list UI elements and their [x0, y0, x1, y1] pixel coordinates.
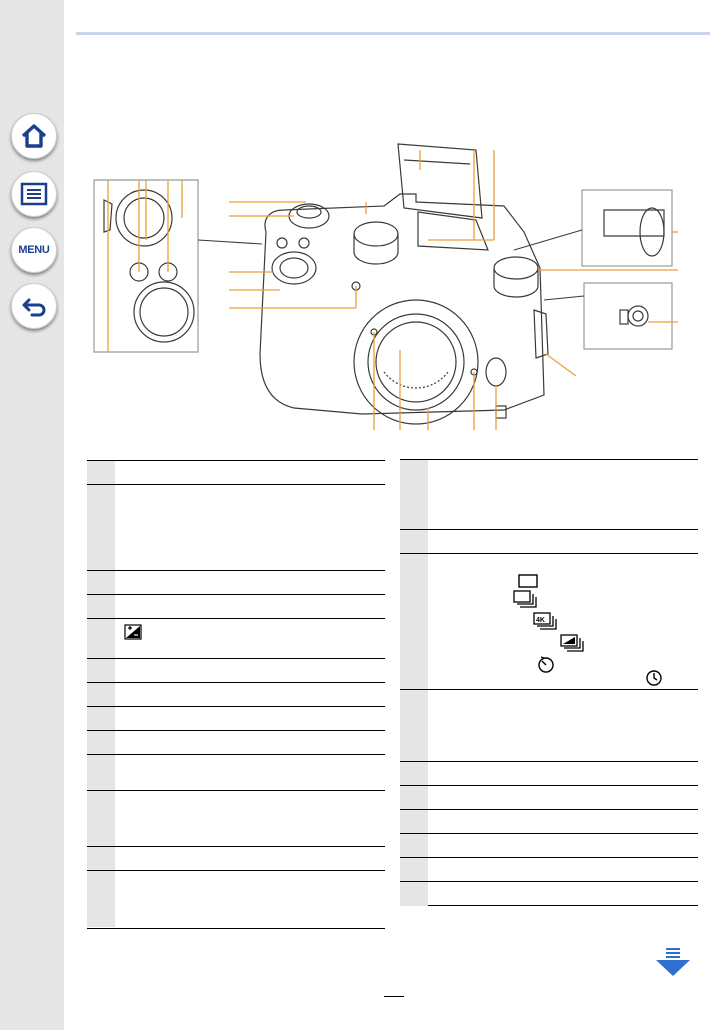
self-timer-icon [538, 656, 554, 673]
row-number-cell [87, 683, 115, 707]
table-row [400, 689, 698, 762]
table-row [87, 658, 385, 683]
table-row [400, 881, 698, 906]
row-number-cell [87, 619, 115, 659]
list-icon [20, 182, 48, 206]
table-row [87, 846, 385, 871]
row-number-cell [400, 460, 428, 530]
row-number-cell [87, 707, 115, 731]
row-number-cell [400, 554, 428, 690]
table-row [87, 570, 385, 595]
table-row [400, 529, 698, 554]
row-number-cell [400, 786, 428, 810]
svg-text:4K: 4K [536, 617, 545, 624]
row-number-cell [400, 834, 428, 858]
row-number-cell [87, 461, 115, 485]
exposure-compensation-icon [124, 624, 142, 640]
row-number-cell [400, 882, 428, 906]
table-row [400, 761, 698, 786]
table-row [87, 870, 385, 927]
header-rule [76, 32, 710, 35]
table-row [87, 682, 385, 707]
menu-icon: MENU [18, 244, 50, 256]
table-row [87, 706, 385, 731]
page-number-rule [384, 996, 404, 997]
table-row [87, 594, 385, 619]
row-number-cell [87, 485, 115, 571]
burst-icon [513, 590, 537, 608]
row-number-cell [400, 530, 428, 554]
table-row [400, 459, 698, 530]
row-number-cell [87, 847, 115, 871]
table-row [400, 809, 698, 834]
table-row [400, 833, 698, 858]
table-row [87, 790, 385, 847]
table-row [400, 785, 698, 810]
time-lapse-icon [646, 670, 662, 686]
row-number-cell [87, 595, 115, 619]
4k-photo-icon: 4K [533, 612, 557, 630]
parts-table-left [87, 460, 385, 929]
menu-button[interactable]: MENU [11, 227, 57, 273]
next-page-arrow-icon[interactable] [654, 948, 692, 978]
contents-button[interactable] [11, 171, 57, 217]
back-arrow-icon [22, 298, 46, 317]
row-number-cell [87, 755, 115, 791]
home-button[interactable] [11, 113, 57, 159]
single-drive-icon [518, 574, 538, 588]
row-number-cell [400, 858, 428, 882]
back-button[interactable] [11, 283, 57, 329]
row-number-cell [87, 731, 115, 755]
table-row [87, 730, 385, 755]
table-row [87, 460, 385, 485]
auto-bracket-icon [560, 634, 584, 652]
table-row [400, 857, 698, 882]
row-number-cell [87, 871, 115, 927]
table-row [87, 484, 385, 571]
row-number-cell [87, 571, 115, 595]
row-number-cell [400, 810, 428, 834]
row-number-cell [400, 690, 428, 762]
row-number-cell [87, 659, 115, 683]
row-number-cell [400, 762, 428, 786]
row-number-cell [87, 791, 115, 847]
home-icon [21, 124, 47, 148]
table-row [87, 754, 385, 791]
camera-figure [93, 143, 678, 430]
sidebar: MENU [0, 0, 64, 1030]
